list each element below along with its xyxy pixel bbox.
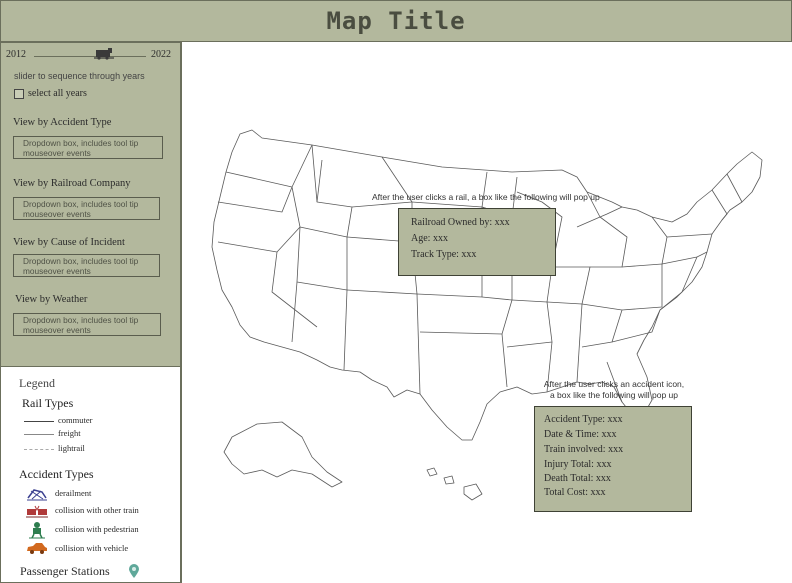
year-end-label: 2022 bbox=[151, 49, 171, 60]
train-derailment-icon bbox=[27, 489, 47, 501]
rail-popup-caption: After the user clicks a rail, a box like… bbox=[372, 192, 600, 202]
year-start-label: 2012 bbox=[6, 49, 26, 60]
train-slider-thumb-icon[interactable] bbox=[93, 48, 115, 60]
filter-label-cause: View by Cause of Incident bbox=[13, 237, 125, 248]
accident-popup-caption: After the user clicks an accident icon, … bbox=[534, 379, 694, 401]
map-area[interactable]: After the user clicks a rail, a box like… bbox=[181, 42, 792, 583]
filter-label-railroad-company: View by Railroad Company bbox=[13, 178, 131, 189]
filter-label-accident-type: View by Accident Type bbox=[13, 117, 112, 128]
accident-popup-train: Train involved: xxx bbox=[544, 444, 624, 455]
accident-info-popup: Accident Type: xxx Date & Time: xxx Trai… bbox=[534, 406, 692, 512]
select-all-years[interactable]: select all years bbox=[14, 88, 87, 99]
accident-popup-caption-line1: After the user clicks an accident icon, bbox=[543, 379, 685, 389]
select-all-checkbox[interactable] bbox=[14, 88, 24, 99]
accident-type-collision-pedestrian: collision with pedestrian bbox=[55, 524, 139, 534]
dropdown-accident-type[interactable]: Dropdown box, includes tool tip mouseove… bbox=[13, 136, 163, 159]
dropdown-weather[interactable]: Dropdown box, includes tool tip mouseove… bbox=[13, 313, 161, 336]
pedestrian-icon bbox=[29, 522, 45, 539]
accident-popup-death: Death Total: xxx bbox=[544, 473, 611, 484]
legend-panel: Legend Rail Types commuter freight light… bbox=[0, 366, 181, 583]
filter-label-weather: View by Weather bbox=[15, 294, 88, 305]
title-bar: Map Title bbox=[0, 0, 792, 42]
year-slider-track[interactable] bbox=[34, 56, 146, 57]
accident-type-derailment: derailment bbox=[55, 488, 92, 498]
dropdown-cause[interactable]: Dropdown box, includes tool tip mouseove… bbox=[13, 254, 160, 277]
map-title: Map Title bbox=[326, 7, 466, 35]
accident-type-collision-vehicle: collision with vehicle bbox=[55, 543, 129, 553]
select-all-label: select all years bbox=[28, 88, 87, 99]
us-map[interactable] bbox=[182, 42, 792, 583]
legend-title: Legend bbox=[19, 376, 55, 390]
rail-popup-track-type: Track Type: xxx bbox=[411, 249, 477, 260]
alaska-outline bbox=[223, 421, 343, 488]
rail-type-freight: freight bbox=[58, 428, 81, 438]
hawaii-outline bbox=[426, 467, 483, 501]
passenger-stations-label: Passenger Stations bbox=[20, 564, 110, 578]
map-pin-icon bbox=[129, 564, 139, 578]
car-icon bbox=[27, 543, 47, 554]
accident-popup-caption-line2: a box like the following will pop up bbox=[549, 390, 679, 400]
rail-info-popup: Railroad Owned by: xxx Age: xxx Track Ty… bbox=[398, 208, 556, 276]
rail-popup-age: Age: xxx bbox=[411, 233, 448, 244]
slider-hint: slider to sequence through years bbox=[14, 71, 145, 81]
train-collision-icon bbox=[26, 505, 48, 518]
lightrail-line-swatch bbox=[24, 449, 54, 450]
accident-type-collision-train: collision with other train bbox=[55, 505, 139, 515]
rail-type-commuter: commuter bbox=[58, 415, 93, 425]
accident-popup-type: Accident Type: xxx bbox=[544, 414, 623, 425]
rail-popup-owner: Railroad Owned by: xxx bbox=[411, 217, 510, 228]
accident-popup-datetime: Date & Time: xxx bbox=[544, 429, 617, 440]
accident-popup-injury: Injury Total: xxx bbox=[544, 459, 612, 470]
accident-popup-cost: Total Cost: xxx bbox=[544, 487, 606, 498]
accident-types-title: Accident Types bbox=[19, 467, 94, 481]
sidebar-controls: 2012 2022 slider to sequence through yea… bbox=[0, 42, 181, 367]
rail-types-title: Rail Types bbox=[22, 396, 74, 410]
rail-type-lightrail: lightrail bbox=[58, 443, 85, 453]
freight-line-swatch bbox=[24, 434, 54, 435]
commuter-line-swatch bbox=[24, 421, 54, 422]
dropdown-railroad-company[interactable]: Dropdown box, includes tool tip mouseove… bbox=[13, 197, 160, 220]
